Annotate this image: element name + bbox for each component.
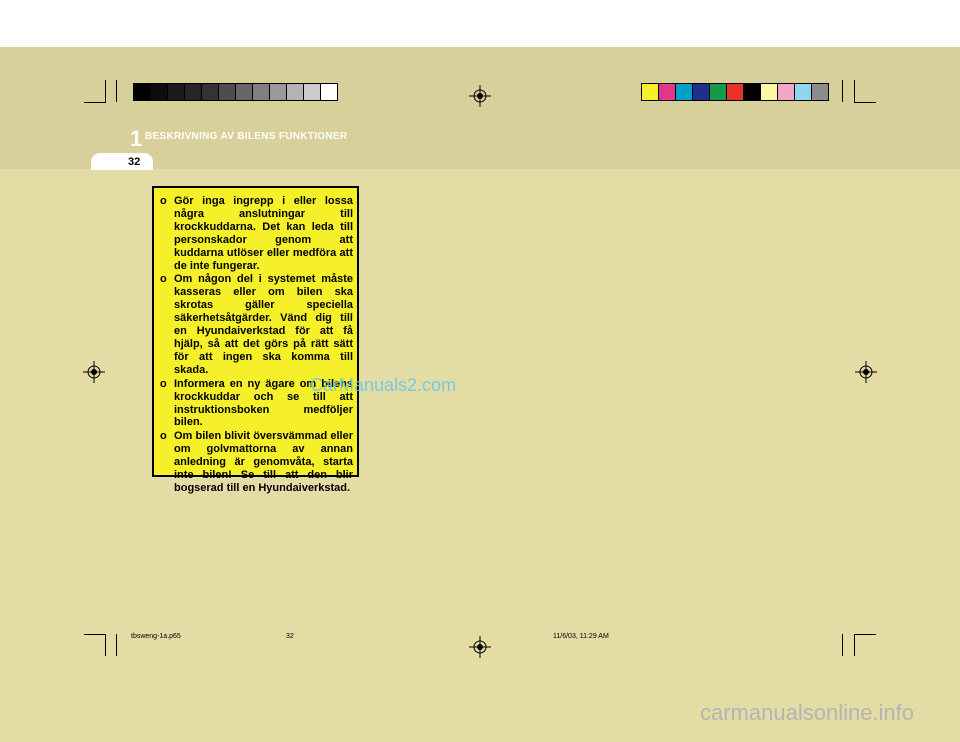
color-swatch	[236, 84, 253, 100]
color-swatch	[693, 84, 710, 100]
footer-filename: tbsweng-1a.p65	[131, 633, 181, 640]
crop-mark	[842, 634, 843, 656]
color-swatch	[151, 84, 168, 100]
chapter-title: BESKRIVNING AV BILENS FUNKTIONER	[145, 131, 348, 142]
crop-mark	[854, 80, 855, 102]
color-swatch	[710, 84, 727, 100]
warning-text: Gör inga ingrepp i eller lossa några ans…	[174, 195, 353, 272]
footer-page: 32	[286, 633, 294, 640]
color-swatch	[304, 84, 321, 100]
warning-item: o Gör inga ingrepp i eller lossa några a…	[158, 195, 353, 272]
color-swatch	[185, 84, 202, 100]
registration-mark-icon	[83, 361, 105, 383]
color-swatch	[727, 84, 744, 100]
registration-mark-icon	[855, 361, 877, 383]
crop-mark	[854, 634, 855, 656]
crop-mark	[84, 634, 106, 635]
registration-mark-icon	[469, 636, 491, 658]
bullet-marker: o	[160, 273, 167, 286]
warning-item: o Om någon del i systemet måste kasseras…	[158, 273, 353, 376]
crop-mark	[84, 102, 106, 103]
grayscale-calibration-bar	[133, 83, 338, 101]
color-swatch	[659, 84, 676, 100]
chapter-number: 1	[130, 126, 143, 151]
crop-mark	[116, 80, 117, 102]
page-number: 32	[128, 156, 141, 168]
header-band	[0, 47, 960, 169]
warning-list: o Gör inga ingrepp i eller lossa några a…	[158, 195, 353, 495]
color-swatch	[219, 84, 236, 100]
color-swatch	[778, 84, 795, 100]
color-swatch	[812, 84, 828, 100]
color-swatch	[795, 84, 812, 100]
source-watermark: carmanualsonline.info	[700, 700, 915, 725]
bullet-marker: o	[160, 195, 167, 207]
crop-mark	[854, 634, 876, 635]
footer-timestamp: 11/6/03, 11:29 AM	[553, 633, 609, 640]
warning-box: o Gör inga ingrepp i eller lossa några a…	[152, 186, 359, 494]
crop-mark	[105, 634, 106, 656]
crop-mark	[842, 80, 843, 102]
color-swatch	[321, 84, 337, 100]
color-swatch	[270, 84, 287, 100]
color-swatch	[744, 84, 761, 100]
color-swatch	[202, 84, 219, 100]
registration-mark-icon	[469, 85, 491, 107]
page-number-tab	[91, 153, 153, 170]
crop-mark	[105, 80, 106, 102]
warning-text: Om någon del i systemet måste kasseras e…	[174, 273, 353, 376]
crop-mark	[854, 102, 876, 103]
warning-text: Om bilen blivit översvämmad eller om gol…	[174, 430, 353, 494]
color-swatch	[642, 84, 659, 100]
color-swatch	[676, 84, 693, 100]
color-swatch	[168, 84, 185, 100]
color-swatch	[287, 84, 304, 100]
color-swatch	[134, 84, 151, 100]
warning-item: o Om bilen blivit översvämmad eller om g…	[158, 430, 353, 495]
bullet-marker: o	[160, 430, 167, 443]
color-swatch	[253, 84, 270, 100]
watermark-overlay: CarManuals2.com	[310, 375, 457, 395]
crop-mark	[116, 634, 117, 656]
color-swatch	[761, 84, 778, 100]
bullet-marker: o	[160, 377, 167, 390]
color-calibration-bar	[641, 83, 829, 101]
